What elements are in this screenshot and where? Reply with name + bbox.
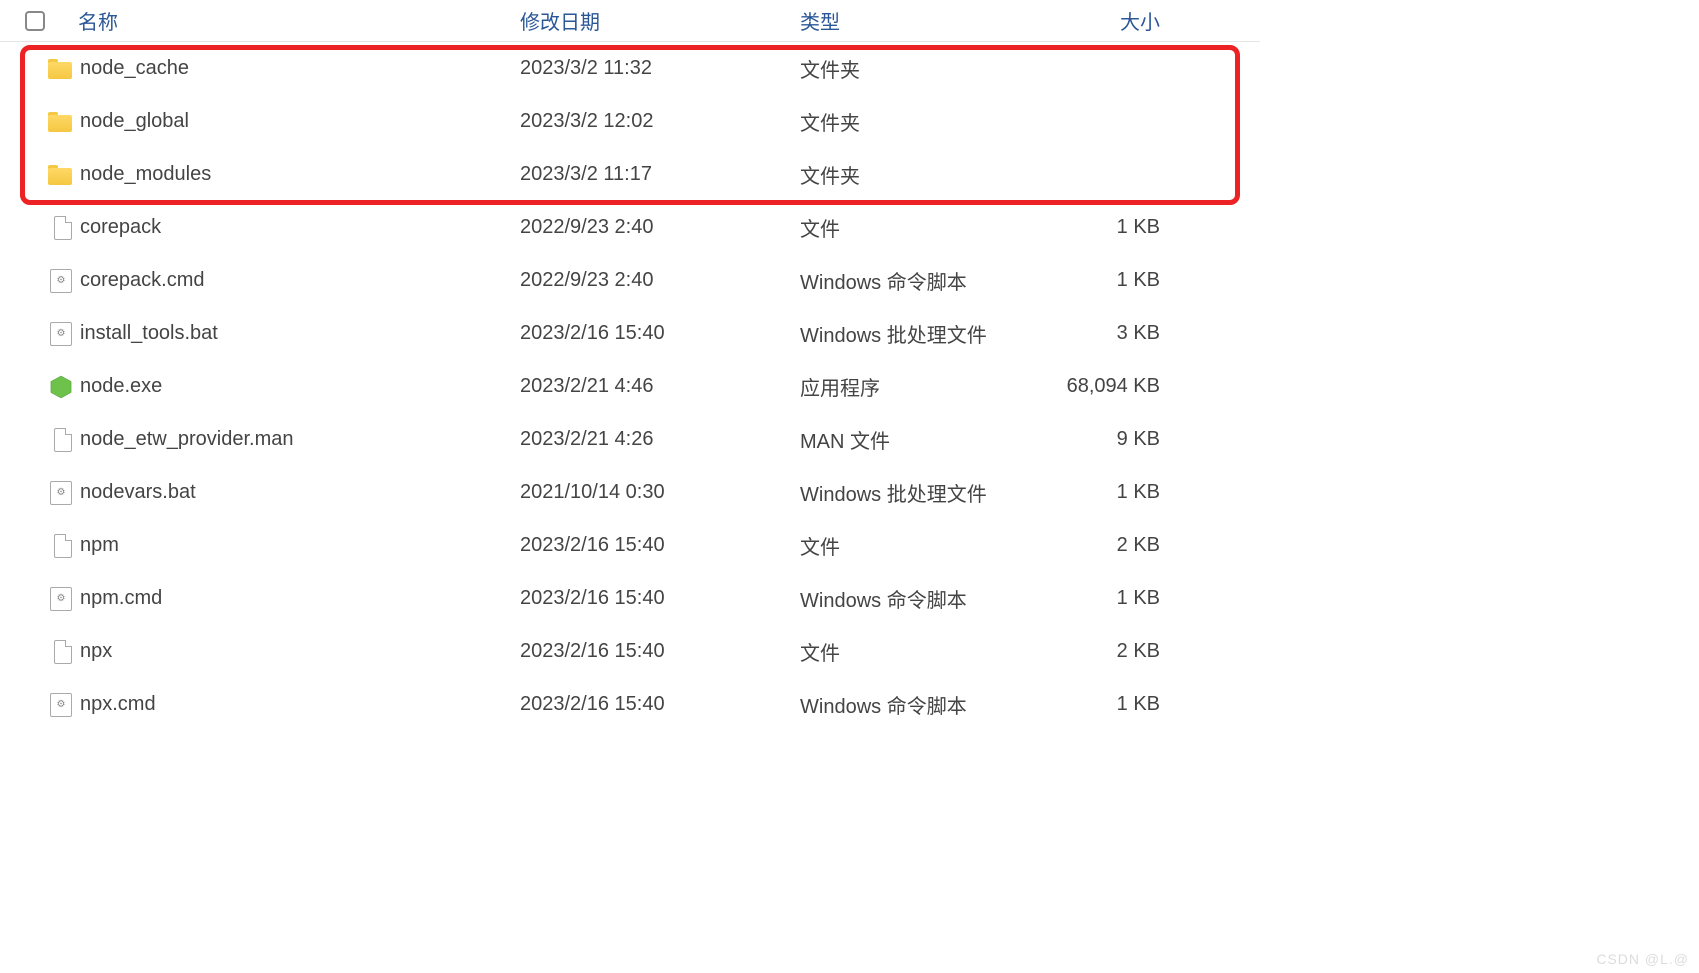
icon-col [0, 481, 80, 505]
file-row[interactable]: nodevars.bat2021/10/14 0:30Windows 批处理文件… [0, 466, 1260, 519]
file-row[interactable]: npm2023/2/16 15:40文件2 KB [0, 519, 1260, 572]
header-name[interactable]: 名称 [70, 6, 520, 35]
file-date: 2023/3/2 11:32 [520, 57, 800, 80]
file-type: 文件夹 [800, 107, 1030, 136]
file-row[interactable]: npx.cmd2023/2/16 15:40Windows 命令脚本1 KB [0, 678, 1260, 731]
file-row[interactable]: node_etw_provider.man2023/2/21 4:26MAN 文… [0, 413, 1260, 466]
checkbox-column [0, 11, 70, 31]
file-icon [54, 428, 72, 452]
file-type: 文件夹 [800, 54, 1030, 83]
script-icon [50, 481, 72, 505]
icon-col [0, 112, 80, 132]
folder-icon [48, 165, 72, 185]
file-size: 9 KB [1030, 428, 1170, 451]
header-size[interactable]: 大小 [1030, 6, 1170, 35]
file-size: 2 KB [1030, 640, 1170, 663]
script-icon [50, 322, 72, 346]
file-type: MAN 文件 [800, 425, 1030, 454]
header-type[interactable]: 类型 [800, 6, 1030, 35]
header-row: 名称 修改日期 类型 大小 [0, 0, 1260, 42]
file-type: Windows 命令脚本 [800, 690, 1030, 719]
file-date: 2022/9/23 2:40 [520, 216, 800, 239]
file-row[interactable]: node_global2023/3/2 12:02文件夹 [0, 95, 1260, 148]
file-size: 68,094 KB [1030, 375, 1170, 398]
icon-col [0, 375, 80, 399]
file-icon [54, 216, 72, 240]
file-date: 2023/2/21 4:46 [520, 375, 800, 398]
file-date: 2023/2/21 4:26 [520, 428, 800, 451]
file-name: install_tools.bat [80, 322, 520, 345]
file-type: Windows 命令脚本 [800, 584, 1030, 613]
header-date[interactable]: 修改日期 [520, 6, 800, 35]
icon-col [0, 428, 80, 452]
file-row[interactable]: node_cache2023/3/2 11:32文件夹 [0, 42, 1260, 95]
icon-col [0, 59, 80, 79]
icon-col [0, 693, 80, 717]
file-row[interactable]: npm.cmd2023/2/16 15:40Windows 命令脚本1 KB [0, 572, 1260, 625]
file-date: 2023/2/16 15:40 [520, 587, 800, 610]
file-size: 3 KB [1030, 322, 1170, 345]
file-size: 1 KB [1030, 587, 1170, 610]
icon-col [0, 534, 80, 558]
file-type: 文件 [800, 213, 1030, 242]
file-name: npx [80, 640, 520, 663]
script-icon [50, 587, 72, 611]
file-name: corepack [80, 216, 520, 239]
file-name: npm [80, 534, 520, 557]
file-icon [54, 640, 72, 664]
icon-col [0, 587, 80, 611]
file-type: 文件 [800, 637, 1030, 666]
file-date: 2023/2/16 15:40 [520, 640, 800, 663]
file-size: 2 KB [1030, 534, 1170, 557]
file-date: 2023/2/16 15:40 [520, 693, 800, 716]
file-type: Windows 命令脚本 [800, 266, 1030, 295]
file-name: node_etw_provider.man [80, 428, 520, 451]
icon-col [0, 322, 80, 346]
node-exe-icon [50, 375, 72, 399]
icon-col [0, 640, 80, 664]
icon-col [0, 216, 80, 240]
file-date: 2023/3/2 12:02 [520, 110, 800, 133]
script-icon [50, 693, 72, 717]
file-name: node_cache [80, 57, 520, 80]
file-name: node_modules [80, 163, 520, 186]
file-explorer-list: 名称 修改日期 类型 大小 node_cache2023/3/2 11:32文件… [0, 0, 1260, 731]
file-date: 2023/2/16 15:40 [520, 534, 800, 557]
file-name: node.exe [80, 375, 520, 398]
file-type: Windows 批处理文件 [800, 319, 1030, 348]
file-name: node_global [80, 110, 520, 133]
file-size: 1 KB [1030, 693, 1170, 716]
watermark: CSDN @L.@ [1596, 951, 1689, 967]
folder-icon [48, 112, 72, 132]
folder-icon [48, 59, 72, 79]
file-row[interactable]: npx2023/2/16 15:40文件2 KB [0, 625, 1260, 678]
file-row[interactable]: node_modules2023/3/2 11:17文件夹 [0, 148, 1260, 201]
file-date: 2023/2/16 15:40 [520, 322, 800, 345]
file-name: nodevars.bat [80, 481, 520, 504]
file-name: npm.cmd [80, 587, 520, 610]
file-type: 文件 [800, 531, 1030, 560]
file-name: npx.cmd [80, 693, 520, 716]
file-date: 2023/3/2 11:17 [520, 163, 800, 186]
file-name: corepack.cmd [80, 269, 520, 292]
file-row[interactable]: install_tools.bat2023/2/16 15:40Windows … [0, 307, 1260, 360]
icon-col [0, 165, 80, 185]
file-type: Windows 批处理文件 [800, 478, 1030, 507]
icon-col [0, 269, 80, 293]
file-date: 2021/10/14 0:30 [520, 481, 800, 504]
file-row[interactable]: node.exe2023/2/21 4:46应用程序68,094 KB [0, 360, 1260, 413]
file-row[interactable]: corepack2022/9/23 2:40文件1 KB [0, 201, 1260, 254]
file-row[interactable]: corepack.cmd2022/9/23 2:40Windows 命令脚本1 … [0, 254, 1260, 307]
script-icon [50, 269, 72, 293]
file-icon [54, 534, 72, 558]
file-size: 1 KB [1030, 269, 1170, 292]
file-date: 2022/9/23 2:40 [520, 269, 800, 292]
file-type: 应用程序 [800, 372, 1030, 401]
select-all-checkbox[interactable] [25, 11, 45, 31]
file-type: 文件夹 [800, 160, 1030, 189]
file-size: 1 KB [1030, 481, 1170, 504]
file-size: 1 KB [1030, 216, 1170, 239]
